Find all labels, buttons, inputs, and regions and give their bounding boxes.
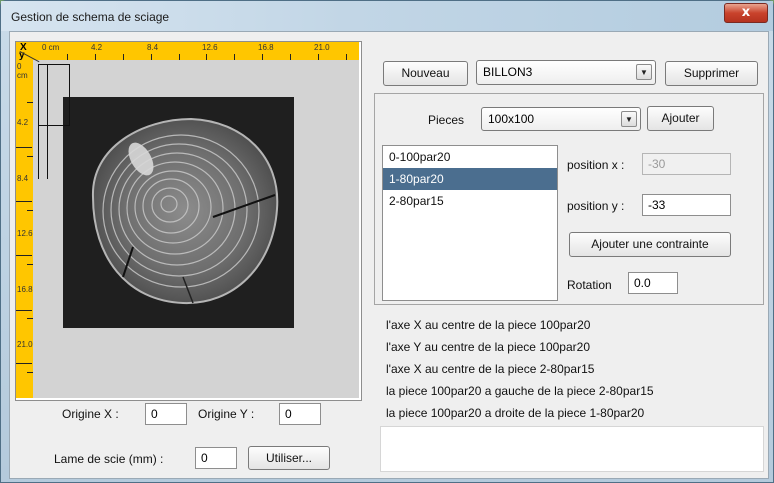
- ruler-baseline: [16, 255, 32, 256]
- ruler-corner: X y: [16, 42, 40, 63]
- list-item-selected[interactable]: 1-80par20: [383, 168, 557, 190]
- list-item[interactable]: 0-100par20: [383, 146, 557, 168]
- position-y-field[interactable]: -33: [642, 194, 731, 216]
- ruler-tick: [67, 54, 68, 60]
- list-item[interactable]: 2-80par15: [383, 190, 557, 212]
- ruler-tick: [262, 54, 263, 60]
- close-button[interactable]: x: [724, 3, 768, 23]
- add-constraint-button[interactable]: Ajouter une contrainte: [569, 232, 731, 257]
- rotation-field[interactable]: 0.0: [628, 272, 678, 294]
- close-icon: x: [741, 5, 751, 20]
- origin-x-field[interactable]: 0: [145, 403, 187, 425]
- ruler-tick: [27, 318, 33, 319]
- main-window: Gestion de schema de sciage x 0 cm 4.2 8…: [0, 0, 774, 483]
- pieces-select[interactable]: 100x100 ▼: [481, 107, 641, 131]
- ruler-y-label: 16.8: [17, 285, 33, 294]
- ruler-vertical: 0 cm 4.2 8.4 12.6 16.8 21.0: [16, 42, 33, 398]
- billon-selected-value: BILLON3: [483, 65, 533, 79]
- blade-label: Lame de scie (mm) :: [54, 452, 164, 466]
- ruler-baseline: [16, 310, 32, 311]
- constraint-input-area[interactable]: [380, 426, 764, 472]
- ruler-y-label: 12.6: [17, 229, 33, 238]
- position-x-field[interactable]: -30: [642, 153, 731, 175]
- position-x-label: position x :: [567, 158, 625, 172]
- add-piece-button[interactable]: Ajouter: [647, 106, 714, 131]
- origin-x-label: Origine X :: [62, 407, 119, 421]
- position-y-label: position y :: [567, 199, 625, 213]
- ruler-tick: [123, 54, 124, 60]
- ruler-tick: [151, 54, 152, 60]
- ruler-tick: [27, 156, 33, 157]
- ruler-y-label: 8.4: [17, 174, 29, 183]
- new-button[interactable]: Nouveau: [383, 61, 468, 86]
- billon-select[interactable]: BILLON3 ▼: [476, 60, 656, 85]
- pieces-label: Pieces: [428, 113, 465, 127]
- ruler-x-label: 12.6: [202, 43, 218, 52]
- ruler-tick: [346, 54, 347, 60]
- rotation-label: Rotation: [567, 278, 612, 292]
- ruler-tick: [179, 54, 180, 60]
- chevron-down-icon[interactable]: ▼: [621, 111, 637, 127]
- ruler-tick: [27, 372, 33, 373]
- ruler-baseline: [16, 201, 32, 202]
- ruler-tick: [27, 264, 33, 265]
- ruler-x-label: 21.0: [314, 43, 330, 52]
- ruler-x-label: 16.8: [258, 43, 274, 52]
- origin-y-field[interactable]: 0: [279, 403, 321, 425]
- ruler-x-label: 8.4: [147, 43, 159, 52]
- constraint-item[interactable]: l'axe X au centre de la piece 100par20: [386, 318, 590, 332]
- piece-list[interactable]: 0-100par20 1-80par20 2-80par15: [382, 145, 558, 301]
- window-title: Gestion de schema de sciage: [11, 10, 170, 24]
- ruler-horizontal: 0 cm 4.2 8.4 12.6 16.8 21.0: [16, 42, 359, 60]
- ruler-baseline: [16, 147, 32, 148]
- piece-outline[interactable]: [38, 64, 48, 179]
- ruler-x-label: 0 cm: [42, 43, 60, 52]
- ruler-y-label: 21.0: [17, 340, 33, 349]
- constraint-item[interactable]: la piece 100par20 a droite de la piece 1…: [386, 406, 644, 420]
- ruler-tick: [318, 54, 319, 60]
- constraint-item[interactable]: l'axe X au centre de la piece 2-80par15: [386, 362, 594, 376]
- ruler-y-label: 4.2: [17, 118, 29, 127]
- ruler-tick: [206, 54, 207, 60]
- use-blade-button[interactable]: Utiliser...: [248, 446, 330, 470]
- blade-thickness-field[interactable]: 0: [195, 447, 237, 469]
- ruler-tick: [27, 210, 33, 211]
- origin-y-label: Origine Y :: [198, 407, 255, 421]
- ruler-x-label: 4.2: [91, 43, 103, 52]
- ruler-y-label: 0 cm: [17, 62, 28, 80]
- ruler-tick: [95, 54, 96, 60]
- ruler-tick: [27, 102, 33, 103]
- client-area: 0 cm 4.2 8.4 12.6 16.8 21.0 0 cm 4.2 8.4…: [9, 31, 769, 479]
- title-bar[interactable]: Gestion de schema de sciage x: [1, 1, 773, 31]
- cutting-canvas[interactable]: 0 cm 4.2 8.4 12.6 16.8 21.0 0 cm 4.2 8.4…: [15, 41, 362, 401]
- pieces-selected-value: 100x100: [488, 112, 535, 126]
- delete-button[interactable]: Supprimer: [665, 61, 758, 86]
- log-cross-section-image: [63, 97, 294, 328]
- ruler-tick: [290, 54, 291, 60]
- chevron-down-icon[interactable]: ▼: [636, 64, 652, 80]
- constraint-item[interactable]: la piece 100par20 a gauche de la piece 2…: [386, 384, 654, 398]
- constraint-item[interactable]: l'axe Y au centre de la piece 100par20: [386, 340, 590, 354]
- ruler-baseline: [16, 363, 32, 364]
- ruler-tick: [234, 54, 235, 60]
